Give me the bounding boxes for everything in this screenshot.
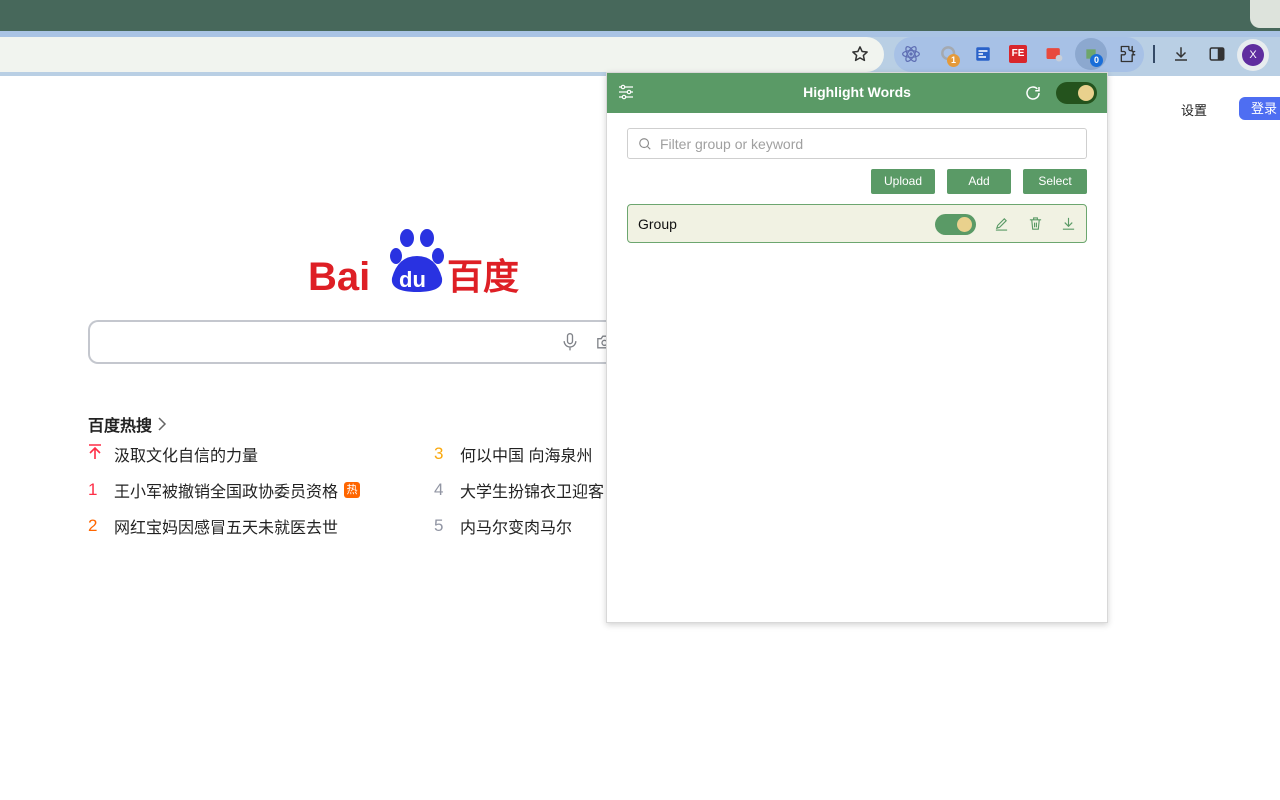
upload-button[interactable]: Upload: [871, 169, 935, 194]
filter-field[interactable]: [627, 128, 1087, 159]
hot-search-item[interactable]: 3 何以中国 向海泉州: [434, 442, 592, 466]
group-name: Group: [638, 216, 677, 232]
microphone-icon[interactable]: [560, 332, 580, 357]
popup-header: Highlight Words: [607, 73, 1107, 113]
hot-search-item-title: 网红宝妈因感冒五天未就医去世: [114, 514, 338, 538]
search-icon: [638, 137, 652, 151]
download-icon[interactable]: [1169, 42, 1193, 66]
hot-search-rank: 1: [88, 480, 114, 500]
highlight-words-extension-icon[interactable]: 0: [1075, 38, 1107, 70]
hot-search-item[interactable]: 1 王小军被撤销全国政协委员资格 热: [88, 478, 360, 502]
logo-chinese-text: 百度: [447, 257, 519, 296]
add-button[interactable]: Add: [947, 169, 1011, 194]
hot-search-item[interactable]: 4 大学生扮锦衣卫迎客: [434, 478, 604, 502]
fe-label: FE: [1009, 45, 1027, 63]
extension-enable-toggle[interactable]: [1056, 82, 1097, 104]
hot-tag-badge: 热: [344, 482, 360, 498]
side-panel-icon[interactable]: [1205, 42, 1229, 66]
hot-search-title-text: 百度热搜: [88, 412, 152, 436]
logo-bai-text: Bai: [308, 255, 370, 296]
select-button[interactable]: Select: [1023, 169, 1087, 194]
hot-search-rank: 4: [434, 480, 460, 500]
profile-avatar[interactable]: X: [1237, 39, 1269, 71]
hot-search-item-title: 大学生扮锦衣卫迎客: [460, 478, 604, 502]
window-tab-edge: [1250, 0, 1280, 28]
hot-search-item-title: 王小军被撤销全国政协委员资格: [114, 478, 338, 502]
toggle-knob: [957, 217, 972, 232]
logo-du-text: du: [399, 267, 426, 292]
bookmark-star-icon[interactable]: [849, 43, 871, 65]
hot-search-item-title: 汲取文化自信的力量: [114, 442, 258, 466]
hot-search-rank: 2: [88, 516, 114, 536]
browser-title-bar: [0, 0, 1280, 31]
extension-red-icon[interactable]: [1042, 42, 1066, 66]
login-button[interactable]: 登录: [1239, 97, 1280, 120]
chevron-right-icon: [156, 417, 168, 431]
baidu-logo[interactable]: Bai du 百度: [308, 226, 523, 296]
hot-search-item[interactable]: 汲取文化自信的力量: [88, 442, 258, 466]
toggle-knob: [1078, 85, 1094, 101]
extension-fe-icon[interactable]: FE: [1006, 42, 1030, 66]
extension-badge: 0: [1090, 54, 1103, 67]
group-row[interactable]: Group: [627, 204, 1087, 243]
edit-pencil-icon[interactable]: [994, 216, 1009, 236]
hot-search-item-title: 内马尔变肉马尔: [460, 514, 572, 538]
pin-top-icon: [88, 444, 114, 465]
delete-trash-icon[interactable]: [1028, 216, 1043, 236]
hot-search-rank: 5: [434, 516, 460, 536]
refresh-icon[interactable]: [1024, 84, 1042, 107]
settings-link[interactable]: 设置: [1181, 100, 1207, 119]
extensions-puzzle-icon[interactable]: [1116, 42, 1140, 66]
react-devtools-icon[interactable]: [899, 42, 923, 66]
extension-cup-icon[interactable]: 1: [937, 42, 961, 66]
hot-search-item[interactable]: 2 网红宝妈因感冒五天未就医去世: [88, 514, 338, 538]
group-enable-toggle[interactable]: [935, 214, 976, 235]
hot-search-item-title: 何以中国 向海泉州: [460, 442, 592, 466]
hot-search-item[interactable]: 5 内马尔变肉马尔: [434, 514, 572, 538]
profile-initial: X: [1242, 44, 1264, 66]
download-group-icon[interactable]: [1061, 216, 1076, 236]
hot-search-title[interactable]: 百度热搜: [88, 412, 168, 436]
extension-window-icon[interactable]: [971, 42, 995, 66]
filter-input[interactable]: [660, 129, 1080, 158]
hot-search-rank: 3: [434, 444, 460, 464]
highlight-words-popup: Highlight Words Upload Add Select Group: [606, 72, 1108, 623]
toolbar-divider: [1153, 45, 1155, 63]
address-bar[interactable]: [0, 37, 884, 72]
extension-badge: 1: [947, 54, 960, 67]
